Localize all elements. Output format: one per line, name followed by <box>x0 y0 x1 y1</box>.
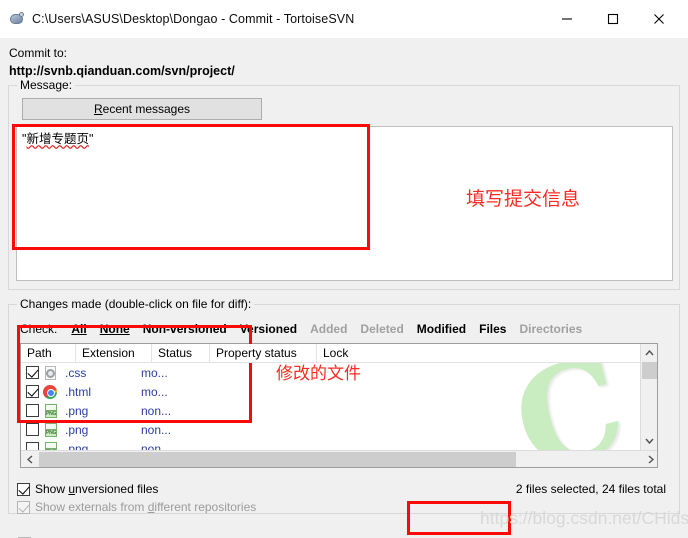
table-row[interactable]: PNG .png non... <box>21 401 657 420</box>
show-unversioned-files-label: Show unversioned files <box>35 482 159 496</box>
row-checkbox[interactable] <box>26 404 39 417</box>
message-group-label: Message: <box>17 78 76 92</box>
show-externals-checkbox <box>17 500 30 514</box>
commit-url: http://svnb.qianduan.com/svn/project/ <box>9 64 235 78</box>
vertical-scroll-thumb[interactable] <box>642 362 657 379</box>
recent-messages-button[interactable]: Recent messages <box>22 98 262 120</box>
check-link-non-versioned[interactable]: Non-versioned <box>143 322 227 336</box>
table-row[interactable]: PNG .png non... <box>21 420 657 439</box>
minimize-icon[interactable] <box>544 4 590 34</box>
dialog-client-area: Commit to: http://svnb.qianduan.com/svn/… <box>0 38 688 538</box>
cell-extension: .png <box>65 422 89 437</box>
file-list[interactable]: Path Extension Status Property status Lo… <box>20 343 658 468</box>
commit-to-label: Commit to: <box>9 46 68 60</box>
window-title-bar[interactable]: C:\Users\ASUS\Desktop\Dongao - Commit - … <box>0 0 688 38</box>
check-link-all[interactable]: All <box>71 322 86 336</box>
file-list-horizontal-scrollbar[interactable] <box>21 450 657 468</box>
changes-made-label: Changes made (double-click on file for d… <box>17 297 255 311</box>
commit-message-text: "新增专题页" <box>22 132 94 146</box>
cell-extension: .png <box>65 403 89 418</box>
check-label: Check: <box>20 322 58 336</box>
scroll-down-icon[interactable] <box>641 432 657 449</box>
table-row[interactable]: .css mo... <box>21 363 657 382</box>
column-header-status[interactable]: Status <box>152 344 210 362</box>
check-filter-row: Check: All None Non-versioned Versioned … <box>20 322 595 336</box>
check-link-versioned[interactable]: Versioned <box>240 322 297 336</box>
cell-extension: .css <box>65 365 87 380</box>
check-link-none[interactable]: None <box>100 322 130 336</box>
window-title: C:\Users\ASUS\Desktop\Dongao - Commit - … <box>32 12 355 26</box>
png-file-icon: PNG <box>43 422 59 438</box>
column-header-property-status[interactable]: Property status <box>210 344 317 362</box>
table-row[interactable]: .html mo... <box>21 382 657 401</box>
scroll-left-icon[interactable] <box>21 451 38 468</box>
row-checkbox[interactable] <box>26 366 39 379</box>
recent-messages-label: Recent messages <box>93 102 191 116</box>
png-file-icon: PNG <box>43 403 59 419</box>
misspelled-word: 新增专题页 <box>26 132 89 146</box>
cell-status: non... <box>141 422 172 437</box>
maximize-icon[interactable] <box>590 4 636 34</box>
window-controls <box>544 4 682 34</box>
html-file-icon <box>43 384 59 400</box>
check-link-directories: Directories <box>519 322 583 336</box>
file-list-vertical-scrollbar[interactable] <box>640 344 657 467</box>
check-link-deleted: Deleted <box>360 322 404 336</box>
row-checkbox[interactable] <box>26 385 39 398</box>
tortoise-icon <box>9 11 25 27</box>
column-header-extension[interactable]: Extension <box>76 344 152 362</box>
column-header-lock[interactable]: Lock <box>317 344 417 362</box>
cell-extension: .html <box>65 384 92 399</box>
row-checkbox[interactable] <box>26 423 39 436</box>
files-count-status: 2 files selected, 24 files total <box>515 482 666 496</box>
check-link-files[interactable]: Files <box>479 322 506 336</box>
horizontal-scroll-thumb[interactable] <box>39 451 516 467</box>
scroll-right-icon[interactable] <box>642 451 657 468</box>
file-list-header: Path Extension Status Property status Lo… <box>21 344 657 363</box>
cell-status: mo... <box>141 365 168 380</box>
annotation-text-message: 填写提交信息 <box>466 189 581 210</box>
scroll-up-icon[interactable] <box>641 344 657 361</box>
check-link-added: Added <box>310 322 348 336</box>
show-externals-label: Show externals from different repositori… <box>35 500 257 514</box>
cell-status: non... <box>141 403 172 418</box>
cell-status: mo... <box>141 384 168 399</box>
css-file-icon <box>43 365 59 381</box>
show-externals-option: Show externals from different repositori… <box>17 500 256 514</box>
check-link-modified[interactable]: Modified <box>417 322 466 336</box>
column-header-path[interactable]: Path <box>21 344 76 362</box>
show-unversioned-files-checkbox[interactable] <box>17 482 30 496</box>
close-icon[interactable] <box>636 4 682 34</box>
show-unversioned-files-option[interactable]: Show unversioned files <box>17 482 158 496</box>
